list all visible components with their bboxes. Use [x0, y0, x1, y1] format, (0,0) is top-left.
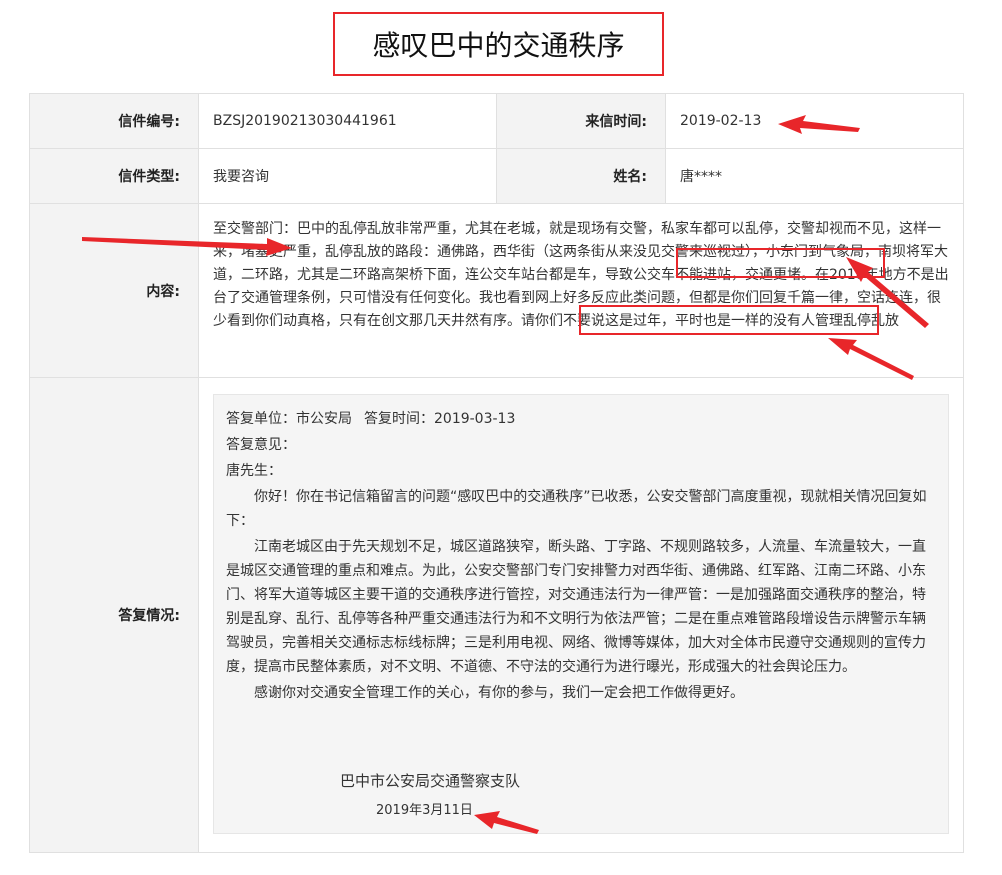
page-title: 感叹巴中的交通秩序	[333, 12, 664, 76]
reply-paragraph-1: 你好！你在书记信箱留言的问题“感叹巴中的交通秩序”已收悉，公安交警部门高度重视，…	[226, 489, 927, 529]
reply-paragraph-3: 感谢你对交通安全管理工作的关心，有你的参与，我们一定会把工作做得更好。	[254, 685, 744, 701]
reply-cell: 答复单位：市公安局 答复时间：2019-03-13 答复意见： 唐先生： 你好！你…	[198, 377, 964, 853]
content-text: 至交警部门：巴中的乱停乱放非常严重，尤其在老城，就是现场有交警，私家车都可以乱停…	[213, 218, 953, 333]
letter-no-value: BZSJ20190213030441961	[198, 93, 497, 149]
content-part-5: 只有在创文那几天井然有序。请你们不要说这是过年，平时也是一样的没有人管理乱停乱放	[339, 313, 899, 329]
reply-meta: 答复单位：市公安局 答复时间：2019-03-13	[226, 407, 936, 431]
content-label: 内容:	[29, 203, 199, 378]
reply-time: 答复时间：2019-03-13	[364, 411, 516, 427]
reply-unit: 答复单位：市公安局	[226, 411, 352, 427]
name-label: 姓名:	[496, 148, 666, 204]
reply-greeting: 唐先生：	[226, 463, 282, 479]
letter-time-label: 来信时间:	[496, 93, 666, 149]
letter-time-value: 2019-02-13	[665, 93, 964, 149]
reply-label: 答复情况:	[29, 377, 199, 853]
content-cell: 至交警部门：巴中的乱停乱放非常严重，尤其在老城，就是现场有交警，私家车都可以乱停…	[198, 203, 964, 378]
name-value: 唐****	[665, 148, 964, 204]
letter-table: 信件编号: BZSJ20190213030441961 来信时间: 2019-0…	[29, 93, 964, 853]
reply-opinion-label: 答复意见：	[226, 437, 296, 453]
letter-type-label: 信件类型:	[29, 148, 199, 204]
reply-sign-date: 2019年3月11日	[376, 803, 473, 818]
letter-type-value: 我要咨询	[198, 148, 497, 204]
reply-box: 答复单位：市公安局 答复时间：2019-03-13 答复意见： 唐先生： 你好！你…	[213, 394, 949, 834]
letter-no-label: 信件编号:	[29, 93, 199, 149]
reply-paragraph-2: 江南老城区由于先天规划不足，城区道路狭窄，断头路、丁字路、不规则路较多，人流量、…	[226, 539, 926, 675]
reply-signature: 巴中市公安局交通警察支队	[340, 772, 521, 790]
